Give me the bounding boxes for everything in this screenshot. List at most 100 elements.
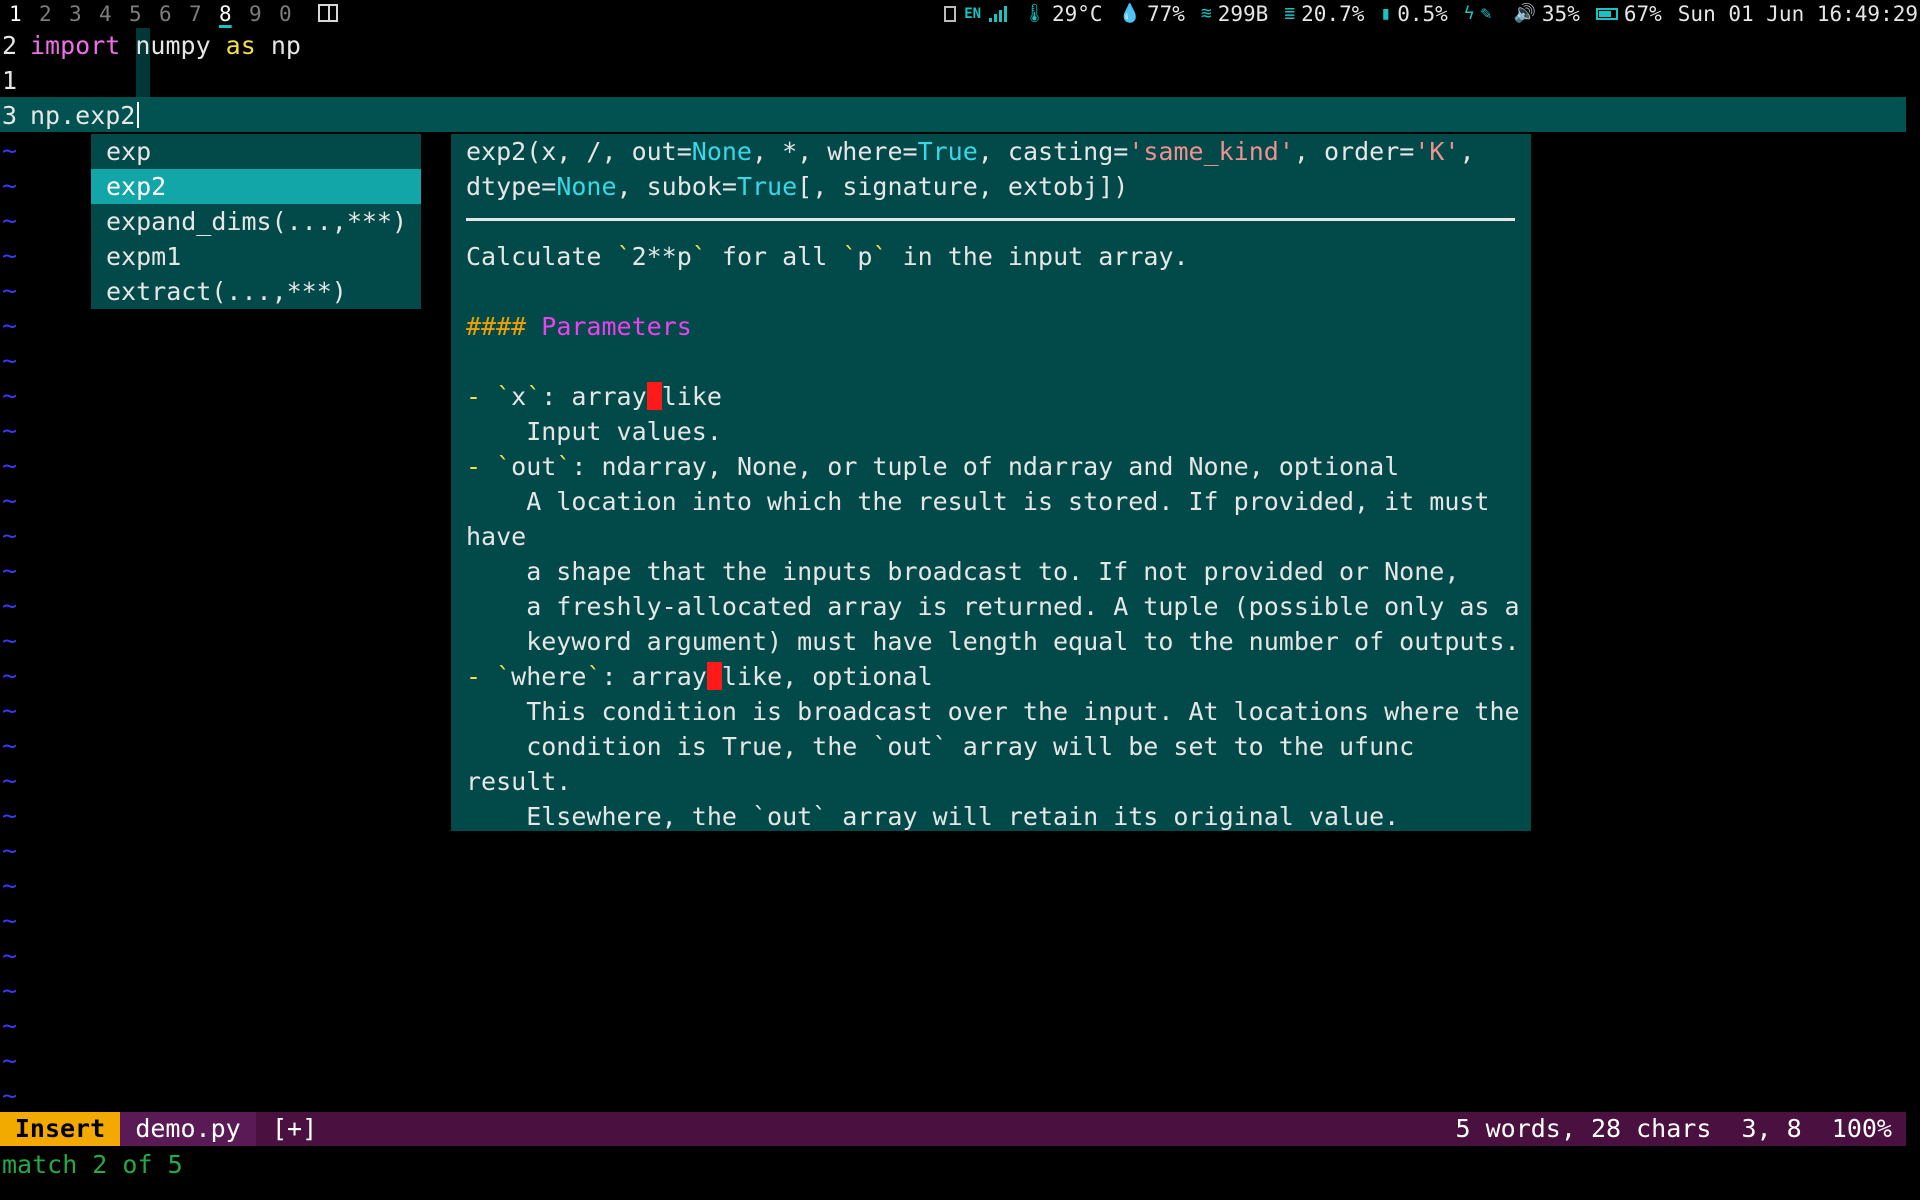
doc-segment: ` [616,242,632,271]
temperature-widget[interactable]: 🌡 29°C [1023,0,1102,28]
status-area: EN 🌡 29°C 💧 77% ≋ 299B ≣ 20.7% ▮ 0.5% ϟ … [928,0,1918,28]
battery-icon [1595,8,1618,20]
empty-line-marker: ~ [2,626,18,655]
doc-segment: a freshly-allocated array is returned. A… [466,592,1520,621]
empty-line-marker: ~ [2,591,18,620]
wifi-icon: ≋ [1200,3,1212,24]
doc-signature-segment: 'K' [1414,137,1460,166]
layout-icon[interactable] [318,4,338,22]
doc-divider [466,218,1515,221]
datetime: Sun 01 Jun 16:49:29 [1677,2,1918,26]
doc-signature-segment: 'same_kind' [1128,137,1294,166]
completion-item[interactable]: extract(...,***) [91,274,421,309]
workspace-9[interactable]: 9 [249,0,279,28]
battery-widget[interactable]: 67% [1595,0,1662,28]
doc-signature-line-1: exp2(x, /, out=None, *, where=True, cast… [466,134,1475,169]
humidity-value: 77% [1146,2,1185,26]
code-text: import numpy as np [30,28,301,63]
workspace-7[interactable]: 7 [189,0,219,28]
doc-segment: ` [496,382,512,411]
clock[interactable]: Sun 01 Jun 16:49:29 [1678,0,1918,28]
code-segment: as [225,31,256,60]
doc-line: a shape that the inputs broadcast to. If… [466,554,1459,589]
empty-line-marker: ~ [2,171,18,200]
code-segment: np [255,31,301,60]
empty-line-marker: ~ [2,416,18,445]
cpu-widget[interactable]: ▮ 0.5% [1380,0,1447,28]
doc-segment: ` [691,242,707,271]
doc-segment: x [511,382,527,411]
doc-line: condition is True, the `out` array will … [466,729,1414,764]
line-number: 2 [2,31,18,60]
empty-line-marker: ~ [2,311,18,340]
code-segment: np.exp2 [30,101,136,130]
doc-line: - `x`: array_like [466,379,722,414]
code-line[interactable]: 2 import numpy as np [0,28,1920,63]
doc-segment: ` [496,452,512,481]
empty-line-marker: ~ [2,206,18,235]
completion-menu: exp exp2 expand_dims(...,***) expm1 extract(… [91,134,421,309]
empty-line-marker: ~ [2,241,18,270]
cpu-icon: ▮ [1380,3,1392,24]
workspace-6[interactable]: 6 [159,0,189,28]
code-line[interactable]: 1 [0,63,1920,98]
workspace-1[interactable]: 1 [9,0,39,28]
doc-segment: : ndarray, None, or tuple of ndarray and… [571,452,1400,481]
doc-signature-segment: , [1459,137,1475,166]
workspace-4[interactable]: 4 [99,0,129,28]
message-line: match 2 of 5 [2,1150,183,1179]
volume-widget[interactable]: 🔊 35% [1513,0,1579,28]
disk-widget[interactable]: ≣ 20.7% [1284,0,1364,28]
clipboard-icon [944,6,957,22]
speaker-icon: 🔊 [1513,3,1536,24]
completion-item[interactable]: expm1 [91,239,421,274]
documentation-popup: exp2(x, /, out=None, *, where=True, cast… [451,134,1531,831]
disk-value: 20.7% [1301,2,1365,26]
doc-segment: - [466,662,497,691]
workspace-3[interactable]: 3 [69,0,99,28]
completion-item[interactable]: expand_dims(...,***) [91,204,421,239]
microphone-muted-icon: ✎ [1480,3,1492,24]
keyboard-layout[interactable]: EN [944,0,1008,28]
doc-segment: : array [541,382,647,411]
doc-segment: in the input array. [887,242,1189,271]
doc-segment: ` [842,242,858,271]
doc-segment: 2**p [631,242,692,271]
workspace-5[interactable]: 5 [129,0,159,28]
doc-segment: like, optional [721,662,933,691]
doc-line: This condition is broadcast over the inp… [466,694,1519,729]
workspace-0[interactable]: 0 [279,0,309,28]
keyboard-lang: EN [964,6,982,22]
doc-line: keyword argument) must have length equal… [466,624,1519,659]
empty-line-marker: ~ [2,801,18,830]
empty-line-marker: ~ [2,136,18,165]
empty-line-marker: ~ [2,766,18,795]
doc-segment: out [511,452,557,481]
empty-line-marker: ~ [2,276,18,305]
empty-line-marker: ~ [2,556,18,585]
doc-line: - `out`: ndarray, None, or tuple of ndar… [466,449,1399,484]
workspace-2[interactable]: 2 [39,0,69,28]
completion-item[interactable]: exp [91,134,421,169]
workspace-8[interactable]: 8 [219,0,249,28]
code-text: np.exp2 [30,98,135,133]
empty-line-marker: ~ [2,731,18,760]
doc-segment: like [661,382,722,411]
doc-signature-segment: True [917,137,978,166]
droplet-icon: 💧 [1118,3,1141,24]
workspace-list: 1234567890 [9,0,309,28]
empty-line-marker: ~ [2,451,18,480]
doc-segment: have [466,522,527,551]
empty-line-marker: ~ [2,346,18,375]
empty-line-marker: ~ [2,1081,18,1110]
doc-line: Elsewhere, the `out` array will retain i… [466,799,1399,834]
network-widget[interactable]: ≋ 299B [1201,0,1268,28]
humidity-widget[interactable]: 💧 77% [1119,0,1185,28]
empty-line-marker: ~ [2,381,18,410]
completion-item[interactable]: exp2 [91,169,421,204]
empty-line-marker: ~ [2,976,18,1005]
doc-line: result. [466,764,571,799]
code-line[interactable]: 3 np.exp2 [0,98,1920,133]
doc-segment: #### [466,312,527,341]
power-widget[interactable]: ϟ ✎ [1464,0,1498,28]
